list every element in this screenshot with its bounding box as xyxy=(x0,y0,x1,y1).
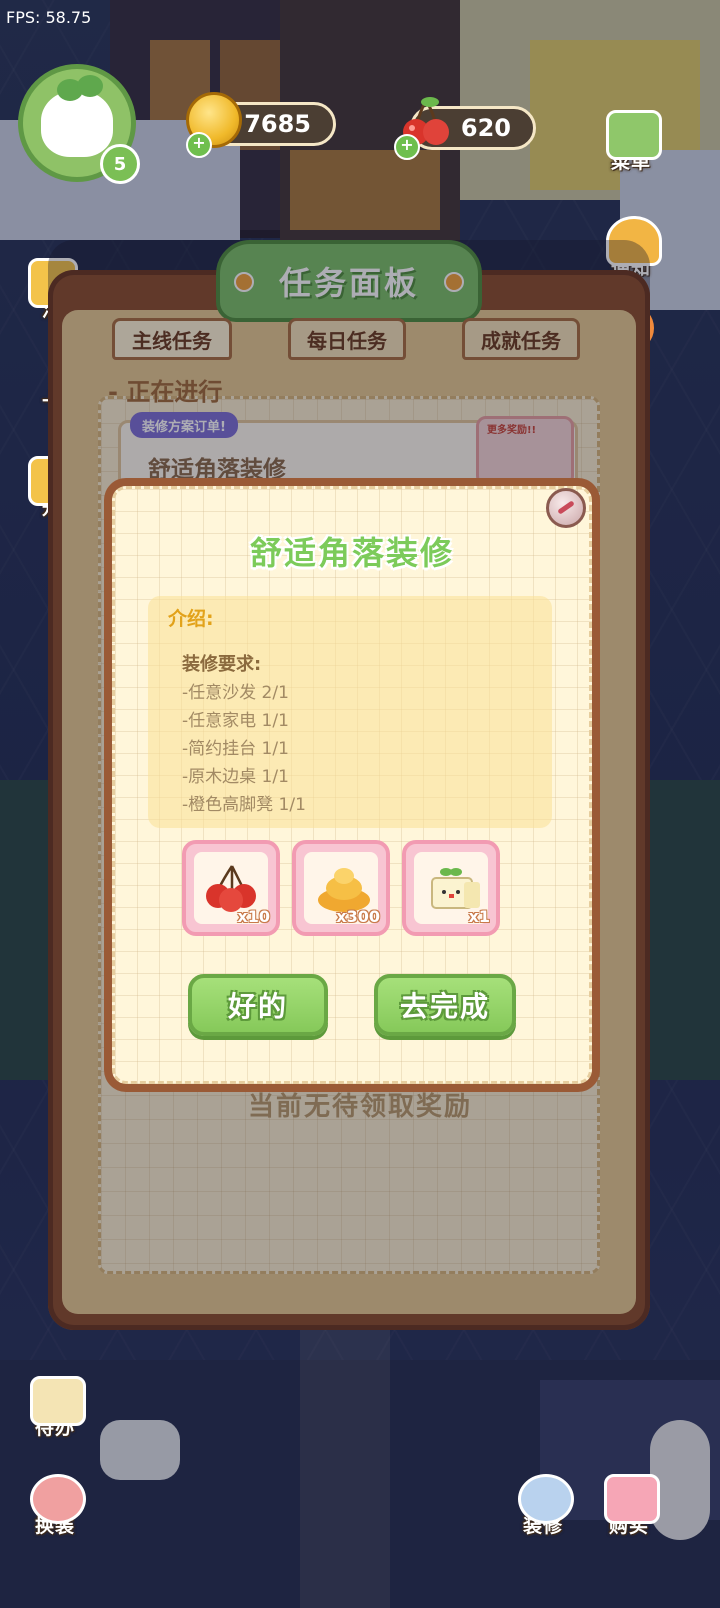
builder-duck-icon xyxy=(518,1474,574,1524)
requirement-item: -任意沙发 2/1 xyxy=(182,683,289,703)
clipboard-icon xyxy=(30,1376,86,1426)
close-button[interactable] xyxy=(546,488,586,528)
requirements-title: 装修要求: xyxy=(182,654,262,675)
leaf-icon xyxy=(77,75,103,97)
reward-qty: x10 xyxy=(237,907,270,926)
reward-qty: x1 xyxy=(468,907,490,926)
go-complete-button[interactable]: 去完成 xyxy=(374,974,516,1036)
requirement-item: -原木边桌 1/1 xyxy=(182,767,289,787)
cherry-count: 620 xyxy=(460,114,511,142)
todo-button[interactable]: 待办 xyxy=(20,1370,90,1440)
requirement-item: -简约挂台 1/1 xyxy=(182,739,289,759)
add-coins-button[interactable]: + xyxy=(186,132,212,158)
shop-icon xyxy=(604,1474,660,1524)
add-cherries-button[interactable]: + xyxy=(394,134,420,160)
decorate-button[interactable]: 装修 xyxy=(508,1468,578,1538)
outfit-button[interactable]: 换装 xyxy=(20,1468,90,1538)
chick-face-icon xyxy=(41,91,113,157)
ok-button[interactable]: 好的 xyxy=(188,974,328,1036)
reward-slot-cherry[interactable]: x10 xyxy=(182,840,280,936)
fps-counter: FPS: 58.75 xyxy=(6,8,92,27)
menu-button[interactable]: 菜单 xyxy=(596,104,666,174)
reward-slot-sprout-box[interactable]: x1 xyxy=(402,840,500,936)
shop-button[interactable]: 购买 xyxy=(594,1468,664,1538)
reward-qty: x300 xyxy=(336,907,380,926)
dialog-title: 舒适角落装修 xyxy=(249,534,454,572)
requirement-item: -任意家电 1/1 xyxy=(182,711,289,731)
coin-count: 7685 xyxy=(244,110,311,138)
level-badge: 5 xyxy=(100,144,140,184)
intro-label: 介绍: xyxy=(168,608,214,630)
reward-slot-gold[interactable]: x300 xyxy=(292,840,390,936)
menu-icon xyxy=(606,110,662,160)
requirement-item: -橙色高脚凳 1/1 xyxy=(182,795,306,815)
sprout-character-icon xyxy=(30,1474,86,1524)
